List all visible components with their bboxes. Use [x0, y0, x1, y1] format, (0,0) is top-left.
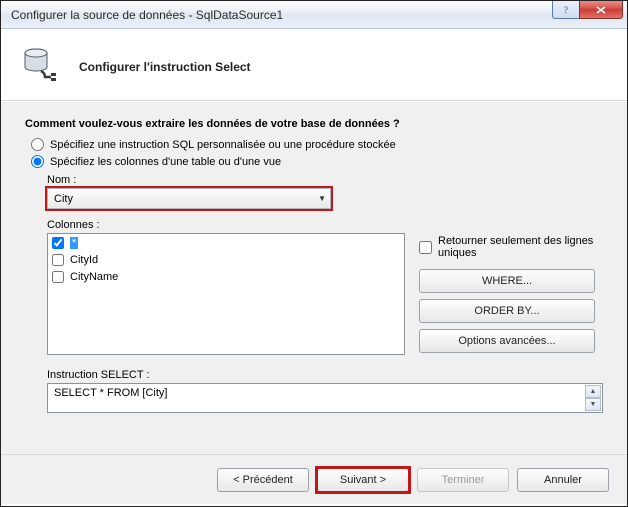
column-checkbox[interactable]	[52, 271, 64, 283]
table-columns-section: Nom : City ▼ Colonnes : * CityId	[47, 174, 603, 413]
scroll-up-button[interactable]: ▲	[585, 385, 601, 398]
title-bar: Configurer la source de données - SqlDat…	[1, 1, 627, 29]
where-button-label: WHERE...	[482, 275, 532, 287]
wizard-content: Comment voulez-vous extraire les données…	[1, 101, 627, 454]
select-label: Instruction SELECT :	[47, 369, 603, 381]
column-checkbox[interactable]	[52, 254, 64, 266]
next-button[interactable]: Suivant >	[317, 468, 409, 492]
wizard-title: Configurer l'instruction Select	[79, 60, 251, 74]
help-button[interactable]: ?	[552, 1, 580, 19]
radio-table-columns-label: Spécifiez les colonnes d'une table ou d'…	[50, 156, 281, 168]
unique-rows-checkbox-row[interactable]: Retourner seulement des lignes uniques	[419, 235, 603, 259]
radio-custom-sql[interactable]: Spécifiez une instruction SQL personnali…	[31, 138, 603, 151]
close-icon	[595, 5, 607, 15]
prompt-question: Comment voulez-vous extraire les données…	[25, 118, 603, 130]
advanced-button[interactable]: Options avancées...	[419, 329, 595, 353]
database-icon	[21, 45, 61, 88]
column-label: CityName	[70, 271, 118, 283]
where-button[interactable]: WHERE...	[419, 269, 595, 293]
next-button-label: Suivant >	[340, 474, 386, 486]
orderby-button-label: ORDER BY...	[474, 305, 539, 317]
orderby-button[interactable]: ORDER BY...	[419, 299, 595, 323]
window-title: Configurer la source de données - SqlDat…	[11, 8, 283, 22]
list-item[interactable]: CityId	[48, 251, 404, 268]
column-label: CityId	[70, 254, 98, 266]
columns-listbox[interactable]: * CityId CityName	[47, 233, 405, 355]
svg-text:?: ?	[564, 5, 568, 15]
list-item[interactable]: *	[48, 234, 404, 251]
previous-button[interactable]: < Précédent	[217, 468, 309, 492]
options-column: Retourner seulement des lignes uniques W…	[419, 233, 603, 359]
table-name-combo-wrap: City ▼	[47, 188, 331, 209]
scroll-down-button[interactable]: ▼	[585, 398, 601, 411]
wizard-footer: < Précédent Suivant > Terminer Annuler	[1, 454, 627, 504]
radio-table-columns[interactable]: Spécifiez les colonnes d'une table ou d'…	[31, 155, 603, 168]
select-statement-box[interactable]: SELECT * FROM [City] ▲ ▼	[47, 383, 603, 413]
unique-rows-label: Retourner seulement des lignes uniques	[438, 235, 603, 259]
finish-button-label: Terminer	[442, 474, 485, 486]
radio-custom-sql-label: Spécifiez une instruction SQL personnali…	[50, 139, 396, 151]
finish-button: Terminer	[417, 468, 509, 492]
chevron-down-icon: ▼	[318, 194, 326, 203]
wizard-header: Configurer l'instruction Select	[1, 29, 627, 101]
column-checkbox[interactable]	[52, 237, 64, 249]
columns-label: Colonnes :	[47, 219, 603, 231]
name-label: Nom :	[47, 174, 603, 186]
list-item[interactable]: CityName	[48, 268, 404, 285]
unique-rows-checkbox[interactable]	[419, 241, 432, 254]
radio-table-columns-input[interactable]	[31, 155, 44, 168]
cancel-button-label: Annuler	[544, 474, 582, 486]
table-name-value: City	[54, 193, 73, 205]
advanced-button-label: Options avancées...	[458, 335, 555, 347]
help-icon: ?	[561, 5, 571, 15]
table-name-combo[interactable]: City ▼	[47, 188, 331, 209]
select-statement-text: SELECT * FROM [City]	[54, 387, 167, 399]
radio-custom-sql-input[interactable]	[31, 138, 44, 151]
cancel-button[interactable]: Annuler	[517, 468, 609, 492]
previous-button-label: < Précédent	[233, 474, 293, 486]
column-label: *	[70, 237, 78, 249]
window-controls: ?	[553, 1, 623, 19]
close-button[interactable]	[579, 1, 623, 19]
